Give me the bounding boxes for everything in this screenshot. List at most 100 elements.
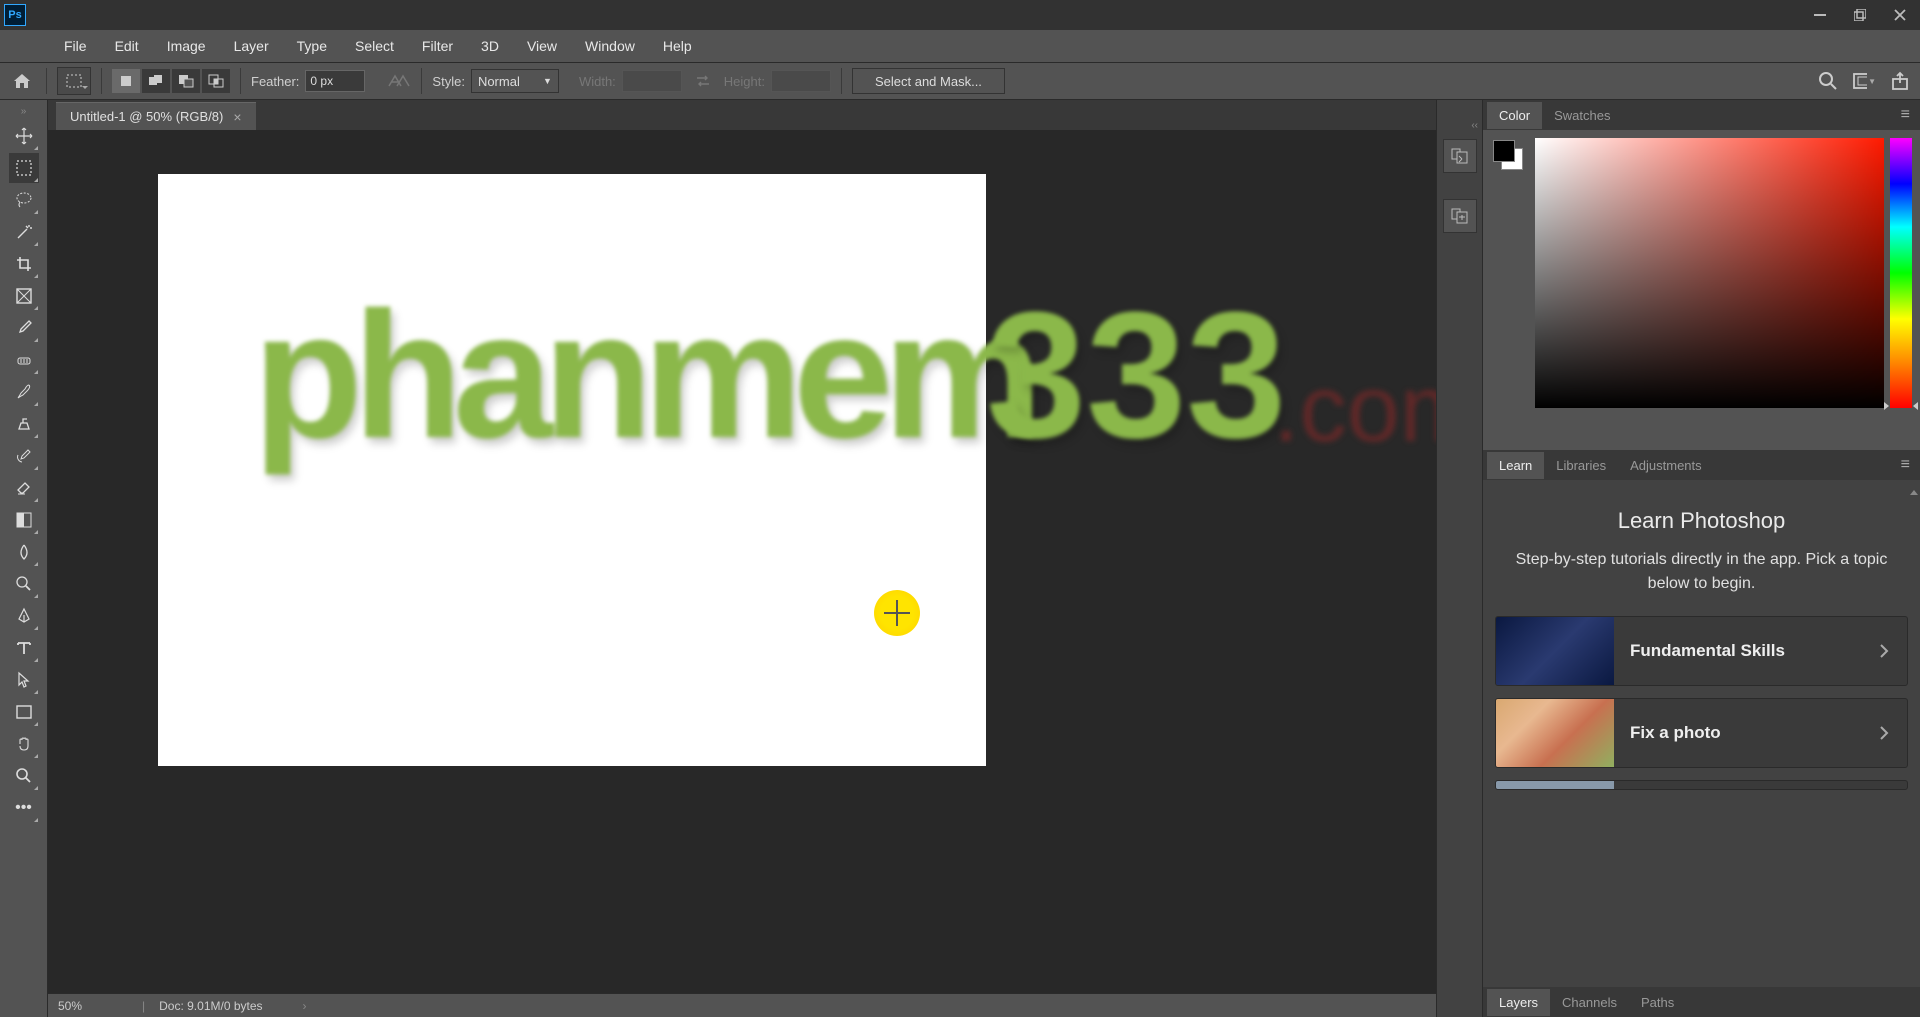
brush-tool[interactable] xyxy=(9,377,39,407)
panel-group: Color Swatches ≡ Learn Libraries Adjustm… xyxy=(1482,100,1920,1017)
tutorial-fix-photo[interactable]: Fix a photo xyxy=(1495,698,1908,768)
color-tab[interactable]: Color xyxy=(1487,102,1542,129)
options-bar: Feather: Style: Normal▼ Width: Height: S… xyxy=(0,62,1920,100)
learn-description: Step-by-step tutorials directly in the a… xyxy=(1505,548,1898,596)
frame-icon[interactable]: ▼ xyxy=(1852,69,1876,93)
hand-tool[interactable] xyxy=(9,729,39,759)
chevron-right-icon xyxy=(1861,725,1907,741)
edit-toolbar-button[interactable]: ••• xyxy=(9,793,39,823)
move-tool[interactable] xyxy=(9,121,39,151)
document-area: Untitled-1 @ 50% (RGB/8) × phanmem 333 .… xyxy=(48,100,1436,1017)
tool-preset-picker[interactable] xyxy=(57,67,91,95)
color-panel xyxy=(1483,130,1920,450)
gradient-tool[interactable] xyxy=(9,505,39,535)
properties-panel-icon[interactable] xyxy=(1443,199,1477,233)
tutorial-title: Fix a photo xyxy=(1614,723,1861,743)
home-icon[interactable] xyxy=(8,67,36,95)
healing-brush-tool[interactable] xyxy=(9,345,39,375)
tutorial-partial[interactable] xyxy=(1495,780,1908,790)
menu-file[interactable]: File xyxy=(50,32,101,60)
watermark-text-3: .com xyxy=(1273,355,1436,464)
title-bar: Ps xyxy=(0,0,1920,30)
document-tab[interactable]: Untitled-1 @ 50% (RGB/8) × xyxy=(56,102,256,130)
adjustments-tab[interactable]: Adjustments xyxy=(1618,452,1714,479)
foreground-color[interactable] xyxy=(1493,140,1515,162)
panel-menu-icon[interactable]: ≡ xyxy=(1895,456,1916,474)
document-tab-title: Untitled-1 @ 50% (RGB/8) xyxy=(70,109,223,124)
feather-label: Feather: xyxy=(251,74,299,89)
mode-intersect-selection[interactable] xyxy=(202,69,230,93)
style-label: Style: xyxy=(432,74,465,89)
history-panel-icon[interactable] xyxy=(1443,139,1477,173)
eyedropper-tool[interactable] xyxy=(9,313,39,343)
crop-tool[interactable] xyxy=(9,249,39,279)
marquee-tool[interactable] xyxy=(9,153,39,183)
panel-menu-icon[interactable]: ≡ xyxy=(1895,106,1916,124)
menu-layer[interactable]: Layer xyxy=(220,32,283,60)
hue-slider[interactable] xyxy=(1890,138,1912,408)
history-brush-tool[interactable] xyxy=(9,441,39,471)
frame-tool[interactable] xyxy=(9,281,39,311)
eraser-tool[interactable] xyxy=(9,473,39,503)
app-logo: Ps xyxy=(4,4,26,26)
menu-bar: File Edit Image Layer Type Select Filter… xyxy=(0,30,1920,62)
menu-filter[interactable]: Filter xyxy=(408,32,467,60)
watermark-text-2: 333 xyxy=(986,272,1286,479)
scroll-up-icon[interactable] xyxy=(1908,486,1918,498)
menu-type[interactable]: Type xyxy=(283,32,341,60)
menu-image[interactable]: Image xyxy=(153,32,220,60)
zoom-tool[interactable] xyxy=(9,761,39,791)
doc-info-chevron-icon[interactable]: › xyxy=(303,999,307,1013)
menu-view[interactable]: View xyxy=(513,32,571,60)
status-bar: 50% | Doc: 9.01M/0 bytes › xyxy=(48,993,1436,1017)
swatches-tab[interactable]: Swatches xyxy=(1542,102,1622,129)
antialias-icon[interactable] xyxy=(387,72,411,90)
chevron-right-icon xyxy=(1861,643,1907,659)
learn-panel-header: Learn Libraries Adjustments ≡ xyxy=(1483,450,1920,480)
feather-input[interactable] xyxy=(305,70,365,92)
collapsed-dock: ‹‹ xyxy=(1436,100,1482,1017)
libraries-tab[interactable]: Libraries xyxy=(1544,452,1618,479)
clone-stamp-tool[interactable] xyxy=(9,409,39,439)
zoom-level[interactable]: 50% xyxy=(58,999,128,1013)
selection-mode-group xyxy=(112,69,230,93)
search-icon[interactable] xyxy=(1816,69,1840,93)
learn-title: Learn Photoshop xyxy=(1495,508,1908,534)
rectangle-tool[interactable] xyxy=(9,697,39,727)
select-and-mask-button[interactable]: Select and Mask... xyxy=(852,68,1005,94)
blur-tool[interactable] xyxy=(9,537,39,567)
watermark-text-1: phanmem xyxy=(253,272,1033,479)
mode-subtract-selection[interactable] xyxy=(172,69,200,93)
menu-edit[interactable]: Edit xyxy=(101,32,153,60)
paths-tab[interactable]: Paths xyxy=(1629,989,1686,1016)
tutorial-fundamental-skills[interactable]: Fundamental Skills xyxy=(1495,616,1908,686)
style-select[interactable]: Normal▼ xyxy=(471,69,559,93)
menu-help[interactable]: Help xyxy=(649,32,706,60)
share-icon[interactable] xyxy=(1888,69,1912,93)
channels-tab[interactable]: Channels xyxy=(1550,989,1629,1016)
minimize-button[interactable] xyxy=(1800,0,1840,30)
mode-add-selection[interactable] xyxy=(142,69,170,93)
lasso-tool[interactable] xyxy=(9,185,39,215)
mode-new-selection[interactable] xyxy=(112,69,140,93)
menu-window[interactable]: Window xyxy=(571,32,649,60)
dodge-tool[interactable] xyxy=(9,569,39,599)
menu-select[interactable]: Select xyxy=(341,32,408,60)
path-selection-tool[interactable] xyxy=(9,665,39,695)
tutorial-title: Fundamental Skills xyxy=(1614,641,1861,661)
type-tool[interactable] xyxy=(9,633,39,663)
foreground-background-swatch[interactable] xyxy=(1493,140,1523,170)
tutorial-thumbnail xyxy=(1496,616,1614,686)
close-button[interactable] xyxy=(1880,0,1920,30)
maximize-button[interactable] xyxy=(1840,0,1880,30)
learn-tab[interactable]: Learn xyxy=(1487,452,1544,479)
color-field[interactable] xyxy=(1535,138,1884,408)
close-tab-icon[interactable]: × xyxy=(233,109,241,125)
pen-tool[interactable] xyxy=(9,601,39,631)
width-label: Width: xyxy=(579,74,616,89)
magic-wand-tool[interactable] xyxy=(9,217,39,247)
canvas-viewport[interactable]: phanmem 333 .com xyxy=(48,130,1436,993)
layers-tab[interactable]: Layers xyxy=(1487,989,1550,1016)
menu-3d[interactable]: 3D xyxy=(467,32,513,60)
doc-info[interactable]: Doc: 9.01M/0 bytes xyxy=(159,999,262,1013)
